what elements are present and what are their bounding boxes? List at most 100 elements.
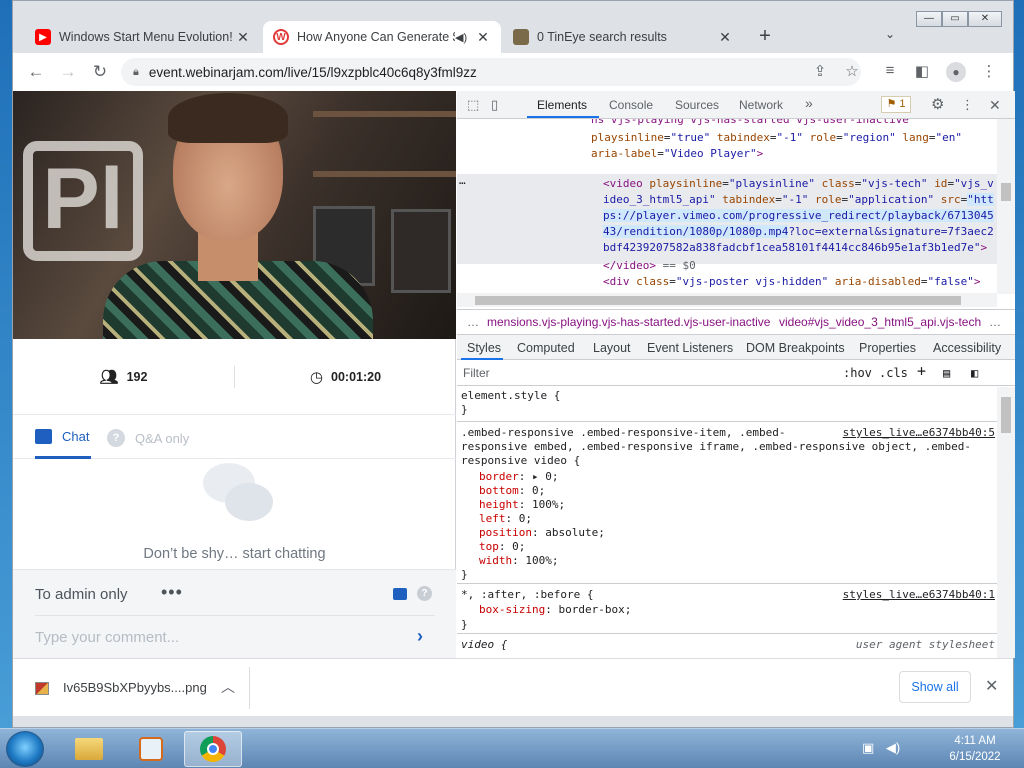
dom-line[interactable]: <video playsinline="playsinline" class="… — [603, 176, 994, 193]
close-download-bar-icon[interactable]: ✕ — [985, 676, 998, 696]
settings-gear-icon[interactable]: ⚙ — [931, 95, 944, 113]
rule-source-link[interactable]: styles_live…e6374bb40:5 — [843, 426, 995, 440]
dom-line[interactable]: <div class="vjs-poster vjs-hidden" aria-… — [603, 274, 981, 291]
side-panel-icon[interactable]: ◧ — [912, 62, 932, 80]
tab-webinarjam[interactable]: W How Anyone Can Generate $ ◀) ✕ — [263, 21, 501, 53]
inspect-element-icon[interactable]: ⬚ — [467, 97, 479, 113]
show-all-button[interactable]: Show all — [899, 671, 971, 703]
bookmark-star-icon[interactable]: ☆ — [842, 62, 862, 80]
subtab-event-listeners[interactable]: Event Listeners — [647, 341, 733, 355]
dom-horizontal-scrollbar[interactable] — [457, 293, 997, 307]
close-tab-icon[interactable]: ✕ — [717, 29, 733, 46]
send-button[interactable]: › — [417, 626, 423, 647]
class-toggle[interactable]: .cls — [879, 366, 908, 380]
rule-selector[interactable]: .embed-responsive .embed-responsive-item… — [461, 426, 786, 440]
new-style-rule-button[interactable]: + — [917, 362, 926, 380]
devtools-menu-icon[interactable]: ⋮ — [961, 97, 974, 113]
dom-line[interactable]: ideo_3_html5_api" tabindex="-1" role="ap… — [603, 192, 994, 209]
css-property[interactable]: height: 100%; — [479, 498, 565, 512]
css-property[interactable]: left: 0; — [479, 512, 532, 526]
breadcrumb-more[interactable]: … — [467, 315, 479, 329]
breadcrumb-item-selected[interactable]: video#vjs_video_3_html5_api.vjs-tech — [779, 315, 981, 329]
download-filename[interactable]: Iv65B9SbXPbyybs....png — [63, 680, 207, 695]
close-devtools-icon[interactable]: ✕ — [989, 97, 1001, 114]
subtab-styles[interactable]: Styles — [467, 341, 501, 355]
close-window-button[interactable]: ✕ — [968, 11, 1002, 27]
recipient-selector[interactable]: To admin only — [35, 586, 128, 603]
rule-selector[interactable]: responsive embed, .embed-responsive ifra… — [461, 440, 971, 454]
share-icon[interactable]: ⇪ — [810, 62, 830, 80]
css-property[interactable]: top: 0; — [479, 540, 525, 554]
subtab-properties[interactable]: Properties — [859, 341, 916, 355]
start-button[interactable] — [6, 731, 44, 767]
tab-youtube[interactable]: ▶ Windows Start Menu Evolution! | ✕ — [25, 21, 261, 53]
forward-button[interactable]: → — [57, 61, 79, 83]
help-icon[interactable]: ? — [417, 586, 432, 601]
dom-line[interactable]: bdf4239207582a838fadcbf1cea58101f4414cc8… — [603, 240, 987, 257]
dom-line[interactable]: </video> == $0 — [603, 258, 696, 275]
devtools-tab-sources[interactable]: Sources — [675, 98, 719, 112]
tab-tineye[interactable]: 0 TinEye search results ✕ — [503, 21, 743, 53]
rule-selector[interactable]: responsive video { — [461, 454, 580, 468]
media-control-icon[interactable]: ≡ — [880, 62, 900, 79]
subtab-dom-breakpoints[interactable]: DOM Breakpoints — [746, 341, 845, 355]
chat-bubble-icon[interactable] — [393, 588, 407, 600]
toggle-sidebar-icon[interactable]: ◧ — [971, 366, 978, 380]
dom-line[interactable]: ps://player.vimeo.com/progressive_redire… — [603, 208, 994, 225]
address-bar[interactable]: 🔒︎ event.webinarjam.com/live/15/l9xzpblc… — [121, 58, 861, 86]
css-property[interactable]: border: ▸ 0; — [479, 470, 559, 484]
breadcrumb-more[interactable]: … — [989, 315, 1001, 329]
dom-vertical-scrollbar[interactable] — [997, 119, 1015, 294]
menu-kebab-icon[interactable]: ⋮ — [979, 62, 999, 80]
chevron-up-icon[interactable]: ︿ — [221, 677, 235, 697]
taskbar-media-player[interactable] — [122, 731, 180, 767]
rule-source-link[interactable]: styles_live…e6374bb40:1 — [843, 588, 995, 602]
css-property[interactable]: width: 100%; — [479, 554, 559, 568]
subtab-layout[interactable]: Layout — [593, 341, 631, 355]
subtab-computed[interactable]: Computed — [517, 341, 575, 355]
dom-line[interactable]: 43/rendition/1080p/1080p.mp4?loc=externa… — [603, 224, 994, 241]
devtools-tab-network[interactable]: Network — [739, 98, 783, 112]
close-tab-icon[interactable]: ✕ — [235, 29, 251, 46]
volume-icon[interactable]: ◀) — [886, 740, 900, 755]
css-property[interactable]: position: absolute; — [479, 526, 605, 540]
system-clock[interactable]: 4:11 AM 6/15/2022 — [940, 733, 1010, 765]
minimize-button[interactable]: — — [916, 11, 942, 27]
dom-line[interactable]: aria-label="Video Player"> — [591, 146, 763, 163]
network-icon[interactable]: ▣ — [862, 740, 874, 755]
maximize-button[interactable]: ▭ — [942, 11, 968, 27]
taskbar-explorer[interactable] — [60, 731, 118, 767]
device-toolbar-icon[interactable]: ▯ — [491, 97, 498, 113]
lock-icon[interactable]: 🔒︎ — [133, 66, 139, 79]
issues-badge[interactable]: ⚑ 1 — [881, 96, 911, 113]
hover-state-toggle[interactable]: :hov — [843, 366, 872, 380]
profile-avatar-icon[interactable]: ● — [946, 62, 966, 82]
comment-input[interactable] — [35, 624, 405, 650]
dom-line[interactable]: ns vjs-playing vjs-has-started vjs-user-… — [591, 119, 916, 129]
video-player[interactable]: Pl — [13, 91, 456, 339]
taskbar-chrome[interactable] — [184, 731, 242, 767]
dom-ellipsis[interactable]: … — [459, 173, 466, 190]
dom-line[interactable]: playsinline="true" tabindex="-1" role="r… — [591, 130, 962, 147]
more-options-icon[interactable]: ••• — [161, 582, 183, 603]
rule-selector[interactable]: *, :after, :before { — [461, 588, 593, 602]
close-tab-icon[interactable]: ✕ — [475, 29, 491, 46]
computed-styles-toggle-icon[interactable]: ▤ — [943, 366, 950, 380]
more-tabs-button[interactable]: » — [805, 95, 813, 111]
rule-selector[interactable]: video { — [461, 638, 507, 652]
tab-qa[interactable]: ? Q&A only — [107, 429, 189, 447]
styles-scrollbar[interactable] — [997, 387, 1015, 658]
new-tab-button[interactable]: + — [753, 25, 777, 49]
tab-search-chevron-icon[interactable]: ⌄ — [885, 27, 895, 41]
devtools-tab-elements[interactable]: Elements — [537, 98, 587, 112]
back-button[interactable]: ← — [25, 61, 47, 83]
css-property[interactable]: box-sizing: border-box; — [479, 603, 631, 617]
devtools-tab-console[interactable]: Console — [609, 98, 653, 112]
speaker-icon[interactable]: ◀) — [455, 31, 469, 44]
subtab-accessibility[interactable]: Accessibility — [933, 341, 1001, 355]
styles-filter-input[interactable] — [463, 364, 823, 382]
tab-chat[interactable]: Chat — [35, 429, 89, 444]
css-property[interactable]: bottom: 0; — [479, 484, 545, 498]
element-style-selector[interactable]: element.style { — [461, 389, 560, 403]
reload-button[interactable]: ↻ — [89, 61, 111, 83]
